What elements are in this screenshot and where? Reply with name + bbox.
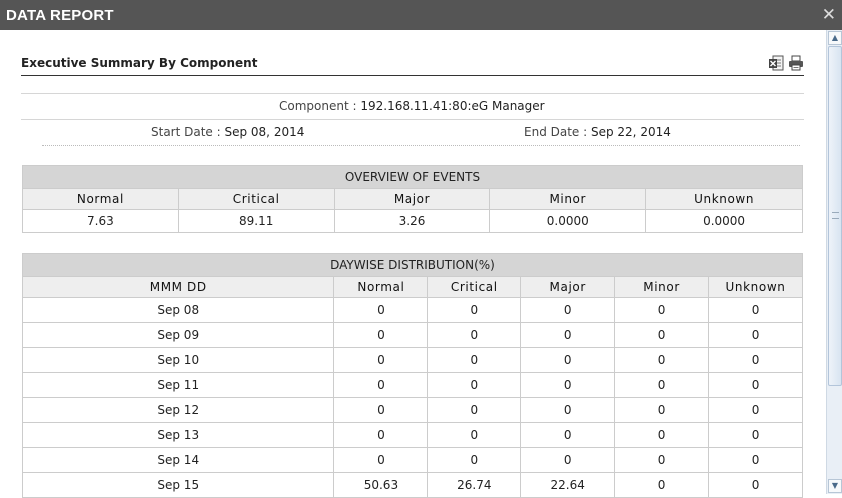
- cell-major: 0: [520, 297, 616, 323]
- cell-normal: 0: [333, 372, 429, 398]
- cell-unknown: 0: [708, 447, 803, 473]
- daywise-header-normal: Normal: [333, 276, 429, 298]
- cell-unknown: 0: [708, 297, 803, 323]
- table-row: Sep 14 0 0 0 0 0: [21, 447, 803, 473]
- cell-minor: 0: [614, 372, 710, 398]
- cell-critical: 0: [427, 422, 522, 448]
- daywise-table: DAYWISE DISTRIBUTION(%) MMM DD Normal Cr…: [21, 253, 803, 498]
- cell-critical: 0: [427, 322, 522, 348]
- component-value: 192.168.11.41:80:eG Manager: [360, 99, 545, 113]
- window-title: DATA REPORT: [6, 7, 114, 24]
- excel-export-icon[interactable]: [768, 55, 784, 71]
- component-label: Component :: [279, 99, 361, 113]
- overview-header-critical: Critical: [177, 188, 335, 210]
- scroll-down-button[interactable]: ▼: [828, 479, 842, 493]
- cell-normal: 0: [333, 397, 429, 423]
- start-date: Start Date : Sep 08, 2014: [151, 125, 304, 139]
- overview-caption: OVERVIEW OF EVENTS: [22, 165, 803, 189]
- component-info: Component : 192.168.11.41:80:eG Manager: [279, 99, 545, 113]
- start-date-value: Sep 08, 2014: [224, 125, 305, 139]
- overview-table: OVERVIEW OF EVENTS Normal Critical Major…: [22, 165, 803, 233]
- divider: [21, 93, 804, 94]
- cell-date: Sep 14: [21, 447, 335, 473]
- cell-major: 0: [520, 322, 616, 348]
- cell-unknown: 0: [708, 372, 803, 398]
- end-date-label: End Date :: [524, 125, 591, 139]
- cell-major: 0: [520, 422, 616, 448]
- cell-normal: 0: [333, 447, 429, 473]
- cell-unknown: 0: [708, 422, 803, 448]
- cell-minor: 0: [614, 397, 710, 423]
- cell-normal: 0: [333, 297, 429, 323]
- cell-minor: 0: [614, 322, 710, 348]
- cell-critical: 0: [427, 297, 522, 323]
- cell-date: Sep 10: [21, 347, 335, 373]
- daywise-header-critical: Critical: [427, 276, 522, 298]
- scroll-thumb[interactable]: [828, 46, 842, 386]
- cell-date: Sep 09: [21, 322, 335, 348]
- scroll-grip: [832, 212, 839, 219]
- printer-icon[interactable]: [788, 55, 804, 71]
- dotted-divider: [42, 145, 800, 146]
- close-icon[interactable]: ✕: [822, 5, 836, 25]
- cell-major: 0: [520, 397, 616, 423]
- table-row: Sep 13 0 0 0 0 0: [21, 422, 803, 448]
- overview-header-major: Major: [333, 188, 491, 210]
- overview-value-minor: 0.0000: [489, 209, 647, 233]
- cell-major: 0: [520, 447, 616, 473]
- table-row: Sep 11 0 0 0 0 0: [21, 372, 803, 398]
- overview-value-normal: 7.63: [22, 209, 179, 233]
- cell-normal: 0: [333, 322, 429, 348]
- daywise-header-date: MMM DD: [21, 276, 335, 298]
- overview-value-critical: 89.11: [177, 209, 335, 233]
- overview-value-major: 3.26: [333, 209, 491, 233]
- cell-unknown: 0: [708, 347, 803, 373]
- scroll-up-button[interactable]: ▲: [828, 31, 842, 45]
- cell-unknown: 0: [708, 322, 803, 348]
- table-row: 7.63 89.11 3.26 0.0000 0.0000: [22, 209, 803, 233]
- report-header: Executive Summary By Component: [21, 54, 804, 76]
- overview-value-unknown: 0.0000: [645, 209, 803, 233]
- table-row: Sep 10 0 0 0 0 0: [21, 347, 803, 373]
- table-row: Sep 12 0 0 0 0 0: [21, 397, 803, 423]
- cell-unknown: 0: [708, 397, 803, 423]
- divider: [21, 119, 804, 120]
- cell-minor: 0: [614, 297, 710, 323]
- overview-header-minor: Minor: [489, 188, 647, 210]
- title-bar: DATA REPORT ✕: [0, 0, 842, 30]
- overview-header-normal: Normal: [22, 188, 179, 210]
- cell-major: 0: [520, 347, 616, 373]
- cell-date: Sep 12: [21, 397, 335, 423]
- daywise-header-unknown: Unknown: [708, 276, 803, 298]
- daywise-header-major: Major: [520, 276, 616, 298]
- end-date-value: Sep 22, 2014: [590, 125, 671, 139]
- end-date: End Date : Sep 22, 2014: [524, 125, 671, 139]
- cell-critical: 0: [427, 347, 522, 373]
- cell-critical: 0: [427, 447, 522, 473]
- table-row: Sep 08 0 0 0 0 0: [21, 297, 803, 323]
- cell-date: Sep 11: [21, 372, 335, 398]
- cell-normal: 0: [333, 422, 429, 448]
- cell-minor: 0: [614, 347, 710, 373]
- vertical-scrollbar[interactable]: ▲ ▼: [826, 30, 842, 494]
- cell-critical: 0: [427, 372, 522, 398]
- daywise-caption: DAYWISE DISTRIBUTION(%): [22, 253, 803, 277]
- cell-date: Sep 08: [21, 297, 335, 323]
- cell-normal: 0: [333, 347, 429, 373]
- overview-header-unknown: Unknown: [645, 188, 803, 210]
- cell-minor: 0: [614, 422, 710, 448]
- daywise-header-minor: Minor: [614, 276, 710, 298]
- cell-minor: 0: [614, 447, 710, 473]
- report-title: Executive Summary By Component: [21, 56, 258, 70]
- cell-date: Sep 13: [21, 422, 335, 448]
- cell-critical: 0: [427, 397, 522, 423]
- table-row: Sep 09 0 0 0 0 0: [21, 322, 803, 348]
- start-date-label: Start Date :: [151, 125, 225, 139]
- cell-major: 0: [520, 372, 616, 398]
